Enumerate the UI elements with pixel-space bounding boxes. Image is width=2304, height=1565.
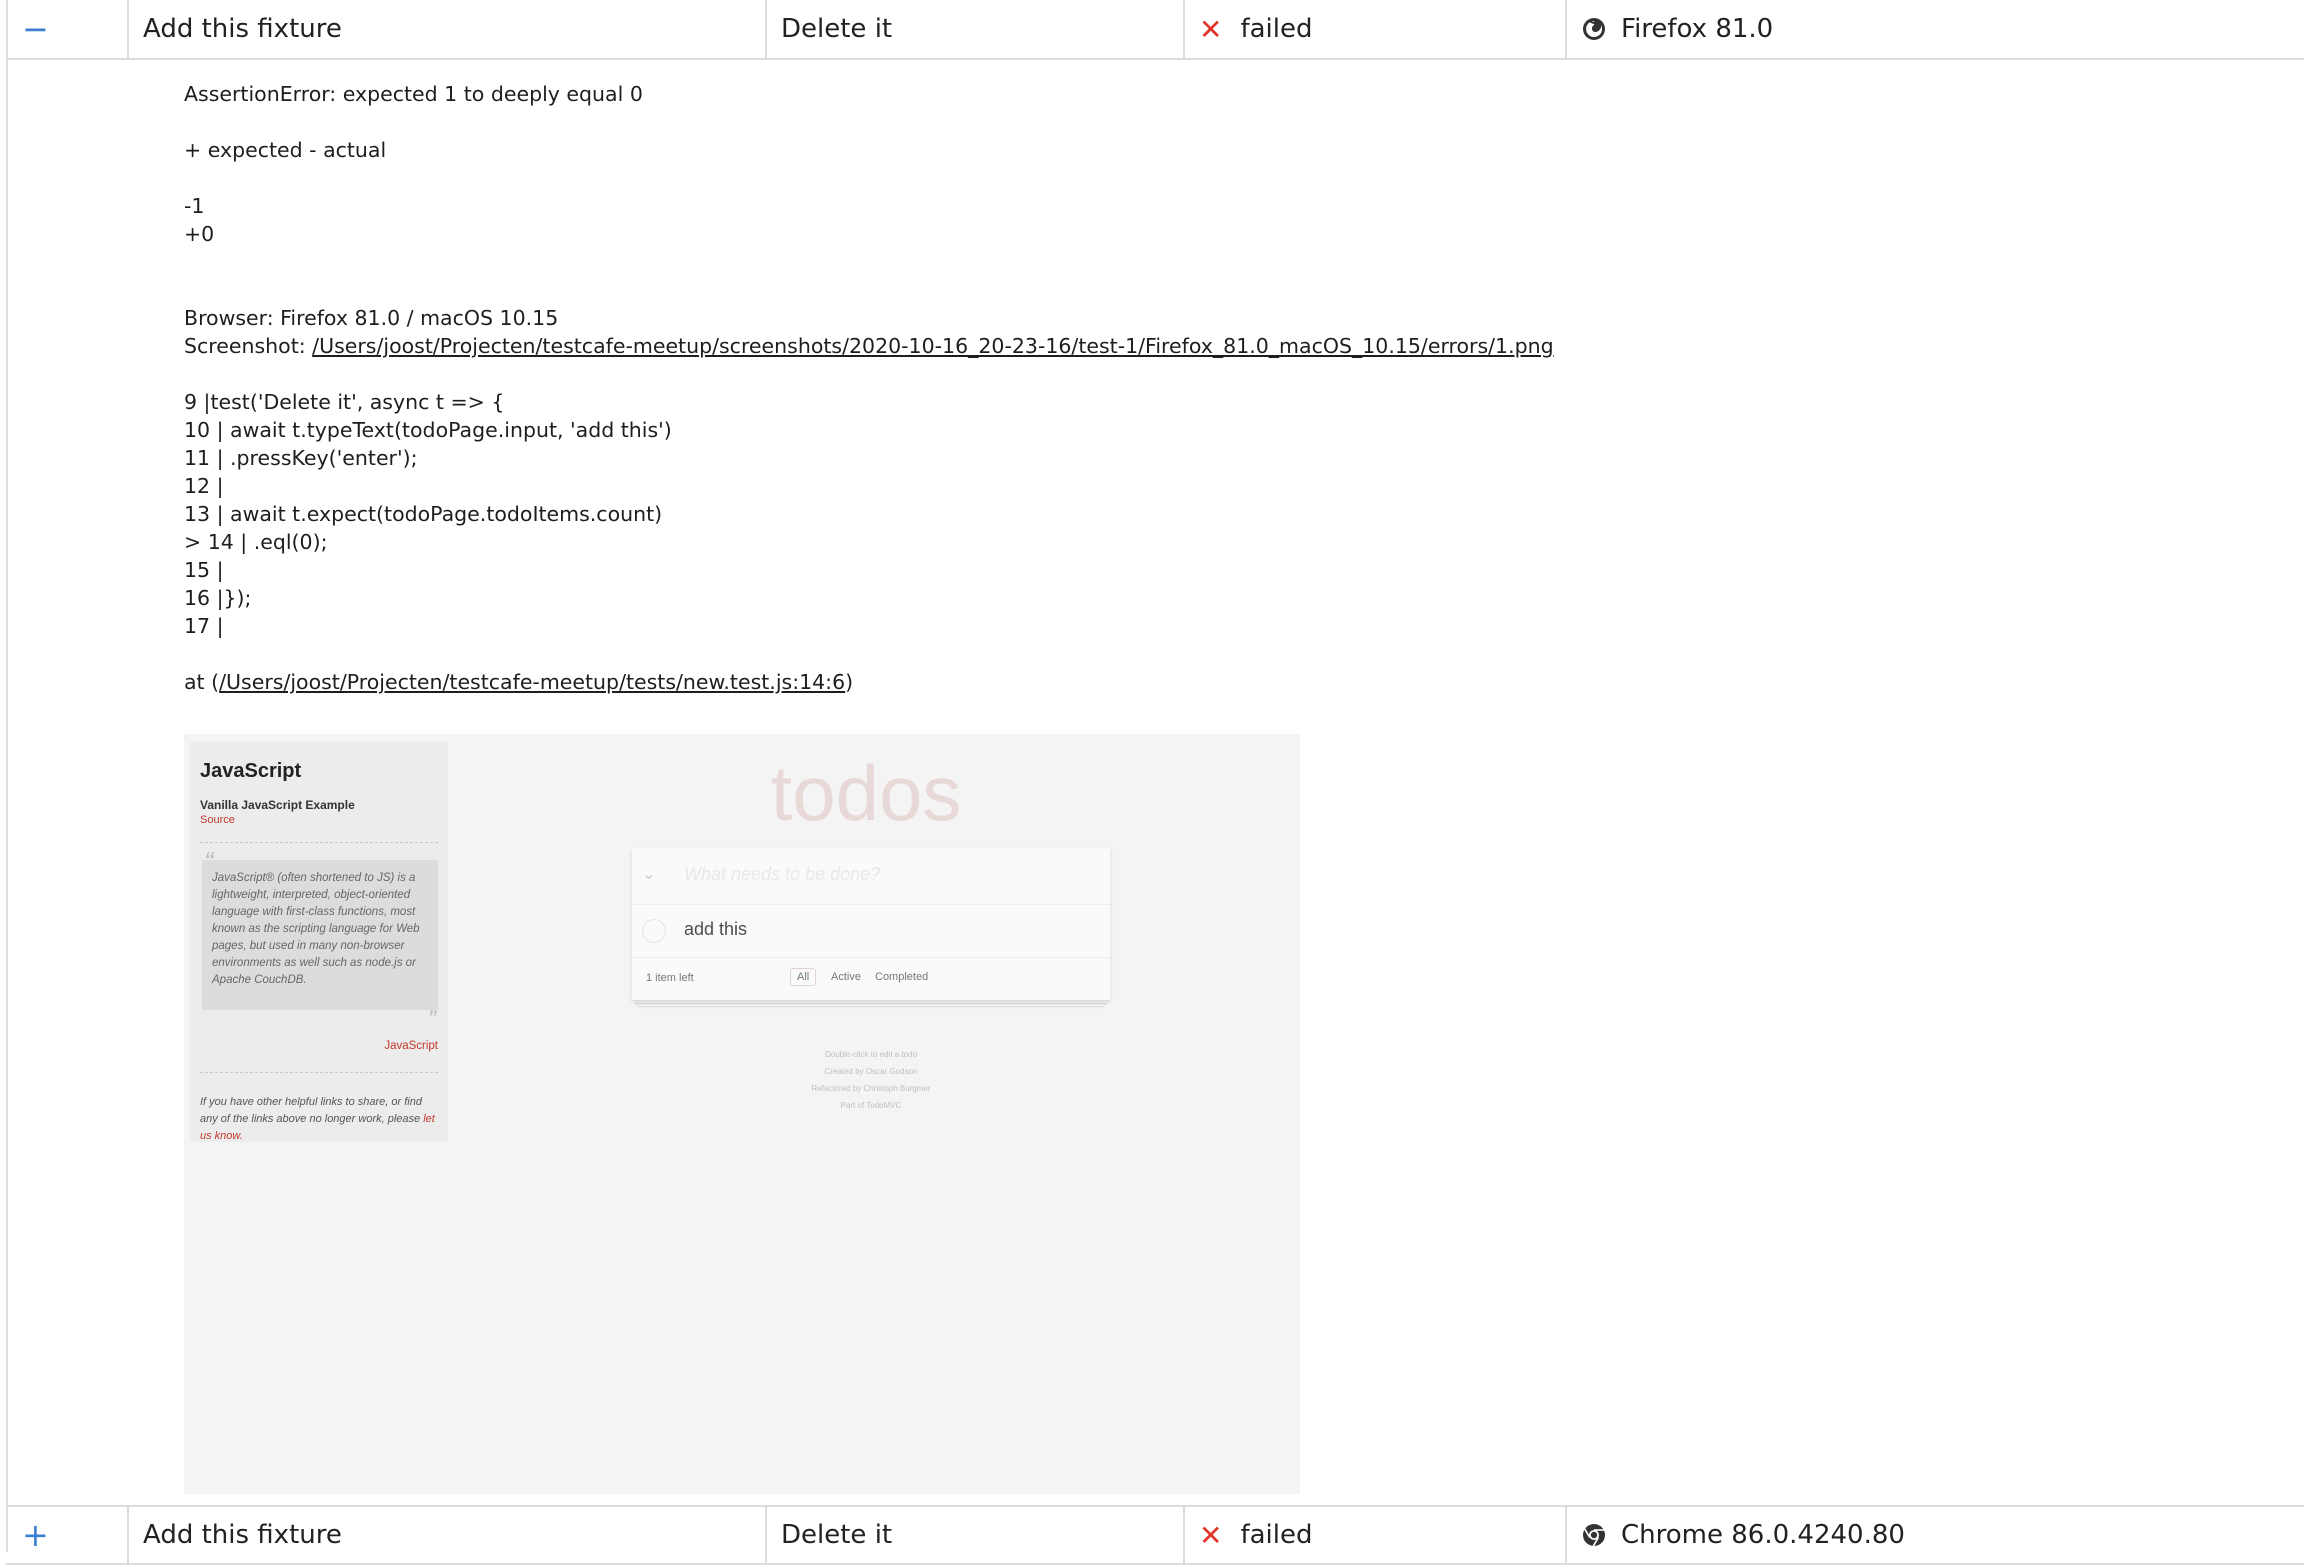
screenshot-line: Screenshot: /Users/joost/Projecten/testc… <box>184 332 1554 360</box>
browser-cell: Chrome 86.0.4240.80 <box>1565 1507 2304 1563</box>
test-cell: Delete it <box>765 0 1183 58</box>
close-icon: ✕ <box>1199 12 1223 46</box>
status-cell: ✕ failed <box>1183 1507 1565 1563</box>
divider <box>200 1072 438 1073</box>
divider <box>200 842 438 843</box>
close-icon: ✕ <box>1199 1518 1223 1552</box>
collapse-toggle[interactable]: − <box>6 0 127 58</box>
code-line: 11 | .pressKey('enter'); <box>184 446 418 470</box>
code-line: 13 | await t.expect(todoPage.todoItems.c… <box>184 502 663 526</box>
screenshot-sidebar: JavaScript Vanilla JavaScript Example So… <box>190 742 448 1142</box>
table-row[interactable]: + Add this fixture Delete it ✕ failed Ch… <box>6 1505 2304 1565</box>
firefox-icon <box>1583 18 1605 40</box>
assertion-message: AssertionError: expected 1 to deeply equ… <box>184 82 643 106</box>
filter-completed: Completed <box>875 971 929 983</box>
diff-actual: -1 <box>184 194 205 218</box>
stack-location-link[interactable]: /Users/joost/Projecten/testcafe-meetup/t… <box>219 670 845 694</box>
code-line: 12 | <box>184 474 224 498</box>
table-left-border <box>6 0 8 1552</box>
diff-header: + expected - actual <box>184 138 387 162</box>
minus-icon[interactable]: − <box>22 13 49 45</box>
todo-item: add this <box>632 905 1110 958</box>
error-details: AssertionError: expected 1 to deeply equ… <box>184 80 1554 696</box>
todo-app: ⌄ What needs to be done? add this 1 item… <box>632 848 1110 1000</box>
failure-screenshot[interactable]: JavaScript Vanilla JavaScript Example So… <box>184 734 1300 1494</box>
browser-info: Browser: Firefox 81.0 / macOS 10.15 <box>184 306 559 330</box>
browser-cell: Firefox 81.0 <box>1565 0 2304 58</box>
todo-new-input: ⌄ What needs to be done? <box>632 848 1110 905</box>
expand-toggle[interactable]: + <box>6 1507 127 1563</box>
status-label: failed <box>1240 1520 1313 1550</box>
todo-info: Double-click to edit a todo Created by O… <box>811 1050 931 1110</box>
plus-icon[interactable]: + <box>22 1519 49 1551</box>
stack-location: at (/Users/joost/Projecten/testcafe-meet… <box>184 670 854 694</box>
todo-footer: 1 item left All Active Completed <box>632 958 1110 998</box>
screenshot-link[interactable]: /Users/joost/Projecten/testcafe-meetup/s… <box>312 334 1553 358</box>
fixture-cell: Add this fixture <box>127 0 765 58</box>
sidebar-title: JavaScript <box>200 760 302 782</box>
todo-item-label: add this <box>684 919 748 939</box>
code-line-highlight: > 14 | .eql(0); <box>184 530 328 554</box>
screenshot-label: Screenshot: <box>184 334 313 358</box>
code-line: 15 | <box>184 558 224 582</box>
chrome-icon <box>1583 1524 1605 1547</box>
todo-count: 1 item left <box>646 972 694 984</box>
sidebar-footer: If you have other helpful links to share… <box>200 1096 435 1142</box>
checkbox-icon <box>642 919 666 943</box>
diff-expected: +0 <box>184 222 215 246</box>
fixture-cell: Add this fixture <box>127 1507 765 1563</box>
status-cell: ✕ failed <box>1183 0 1565 58</box>
filter-active: Active <box>831 971 861 983</box>
filter-all: All <box>790 968 817 986</box>
status-label: failed <box>1240 14 1313 44</box>
code-line: 10 | await t.typeText(todoPage.input, 'a… <box>184 418 672 442</box>
chevron-down-icon: ⌄ <box>642 866 656 883</box>
code-line: 17 | <box>184 614 224 638</box>
close-quote-icon: ” <box>428 1006 436 1033</box>
todo-placeholder: What needs to be done? <box>684 864 881 884</box>
sidebar-quote: JavaScript® (often shortened to JS) is a… <box>212 872 420 986</box>
test-cell: Delete it <box>765 1507 1183 1563</box>
todo-app-title: todos <box>770 749 962 837</box>
code-line: 16 |}); <box>184 586 252 610</box>
sidebar-subtitle: Vanilla JavaScript Example <box>200 798 355 812</box>
browser-label: Chrome 86.0.4240.80 <box>1621 1520 1905 1550</box>
table-row[interactable]: − Add this fixture Delete it ✕ failed Fi… <box>6 0 2304 60</box>
browser-label: Firefox 81.0 <box>1621 14 1774 44</box>
code-line: 9 |test('Delete it', async t => { <box>184 390 505 414</box>
quote-cite: JavaScript <box>384 1040 438 1052</box>
sidebar-source-link: Source <box>200 814 235 826</box>
